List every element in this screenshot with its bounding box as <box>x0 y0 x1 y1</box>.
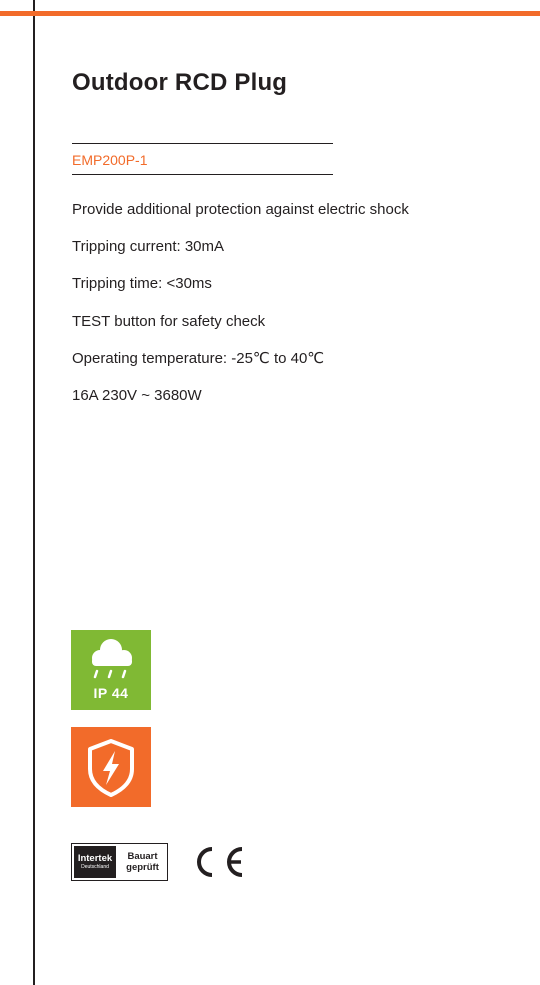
ip-rating-label: IP 44 <box>93 685 129 701</box>
page-title: Outdoor RCD Plug <box>72 69 288 96</box>
spec-item: Provide additional protection against el… <box>72 201 409 218</box>
shock-protection-badge <box>71 727 151 807</box>
intertek-brand: Intertek <box>77 853 113 864</box>
shield-lightning-icon <box>88 739 134 797</box>
intertek-country: Deutschland <box>81 864 109 870</box>
rain-cloud-icon <box>92 639 132 679</box>
spec-item: Tripping time: <30ms <box>72 275 212 293</box>
ce-mark-icon <box>197 847 243 877</box>
spec-list: Provide additional protection against el… <box>72 200 409 423</box>
geprueft-label: geprüft <box>126 862 159 873</box>
spec-item: Operating temperature: -25℃ to 40℃ <box>72 349 325 367</box>
top-accent-bar <box>0 11 540 16</box>
intertek-certification-logo: Intertek Deutschland Bauart geprüft <box>71 843 168 881</box>
model-rule-top <box>72 143 333 144</box>
spec-item: 16A 230V ~ 3680W <box>72 386 202 404</box>
bauart-label: Bauart <box>127 851 158 862</box>
spec-item: Tripping current: 30mA <box>72 238 225 256</box>
ip-rating-badge: IP 44 <box>71 630 151 710</box>
spec-item: TEST button for safety check <box>72 312 266 330</box>
left-margin-line <box>33 0 35 985</box>
model-number: EMP200P-1 <box>72 152 148 168</box>
model-rule-bottom <box>72 174 333 175</box>
